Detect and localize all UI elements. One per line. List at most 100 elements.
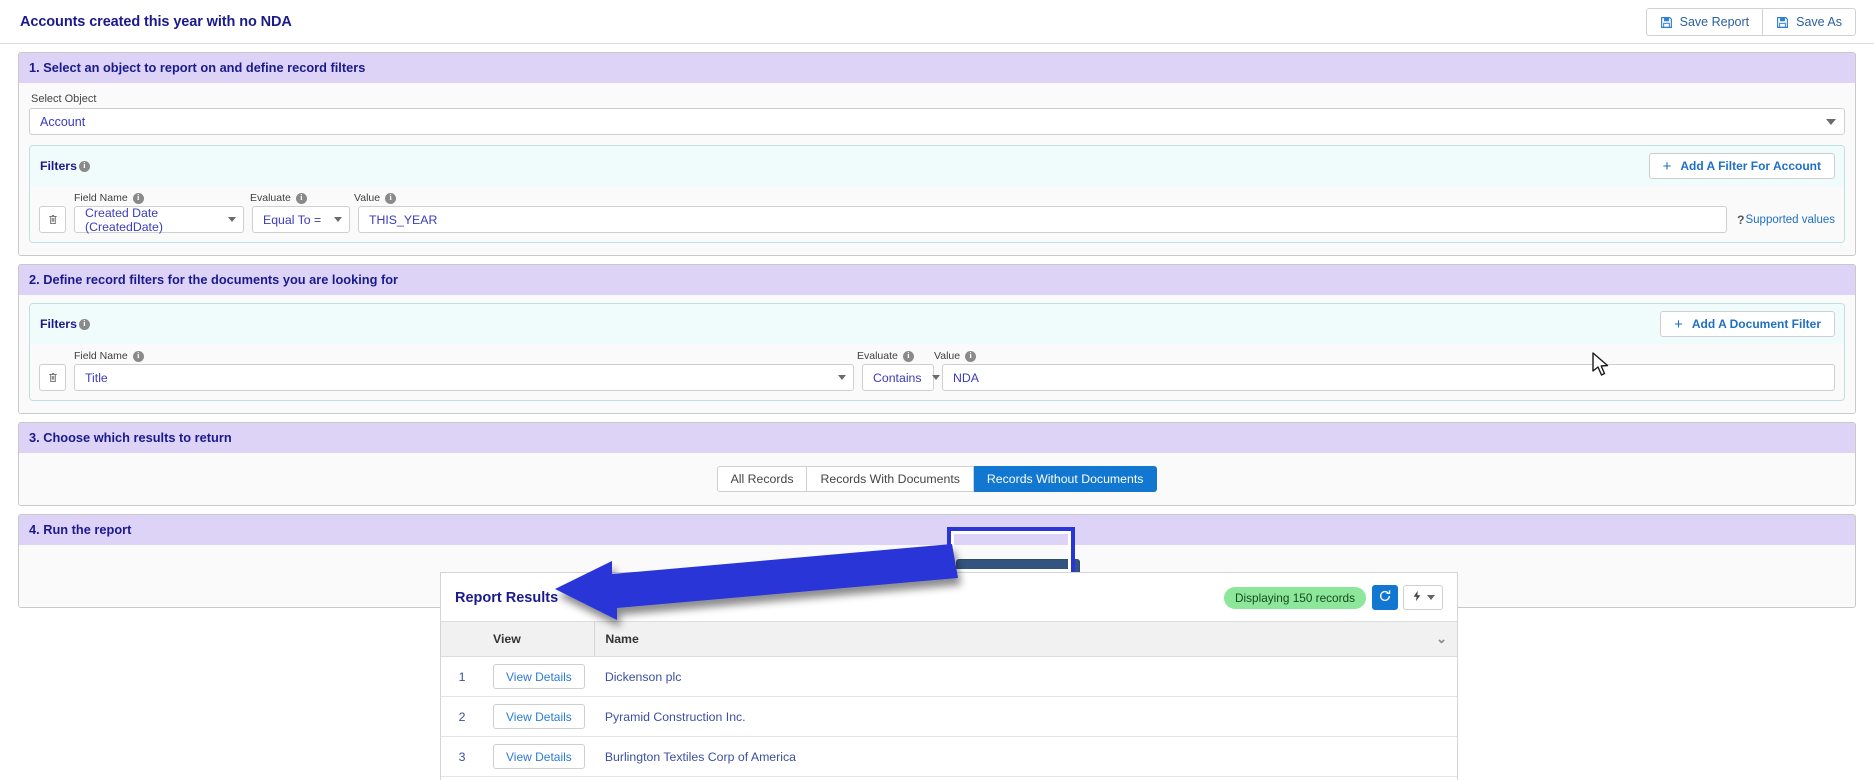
supported-values-label: Supported values bbox=[1745, 213, 1835, 226]
row-number: 2 bbox=[441, 696, 483, 737]
filters-label: Filters bbox=[40, 317, 77, 331]
section-1-heading: 1. Select an object to report on and def… bbox=[19, 53, 1855, 83]
section-3-body: All Records Records With Documents Recor… bbox=[19, 453, 1855, 505]
account-filters-panel: Filters i + Add A Filter For Account Fie… bbox=[29, 145, 1845, 243]
info-icon[interactable]: i bbox=[965, 350, 977, 362]
filter-value-input[interactable]: THIS_YEAR bbox=[358, 206, 1728, 233]
add-document-filter-button[interactable]: + Add A Document Filter bbox=[1660, 311, 1835, 337]
document-filters-header: Filters i + Add A Document Filter bbox=[30, 304, 1844, 344]
filters-title: Filters i bbox=[40, 317, 90, 331]
info-icon[interactable]: i bbox=[295, 192, 307, 204]
report-results-table: View Name ⌄ 1 View Details Dickenson plc… bbox=[441, 621, 1457, 780]
top-bar-actions: Save Report Save As bbox=[1645, 8, 1856, 36]
row-name[interactable]: Burlington Textiles Corp of America bbox=[594, 736, 1457, 777]
col-label-evaluate: Evaluate i bbox=[250, 192, 354, 204]
row-name[interactable]: Dickenson plc bbox=[594, 656, 1457, 697]
chevron-down-icon bbox=[931, 375, 940, 380]
report-results-tbody: 1 View Details Dickenson plc 2 View Deta… bbox=[441, 656, 1457, 780]
report-results-header: Report Results Displaying 150 records bbox=[441, 573, 1457, 621]
document-filter-row: Title Contains NDA bbox=[39, 364, 1835, 391]
section-1-body: Select Object Account Filters i + Add A … bbox=[19, 83, 1855, 255]
col-label-value: Value i bbox=[934, 350, 977, 362]
save-report-button[interactable]: Save Report bbox=[1645, 8, 1763, 36]
row-view-cell: View Details bbox=[483, 656, 595, 697]
row-number: 1 bbox=[441, 656, 483, 697]
info-icon[interactable]: i bbox=[78, 318, 90, 330]
view-details-button[interactable]: View Details bbox=[493, 744, 585, 769]
field-name-text: Field Name bbox=[74, 350, 128, 362]
select-object-dropdown[interactable]: Account bbox=[29, 108, 1845, 135]
add-filter-for-account-button[interactable]: + Add A Filter For Account bbox=[1648, 153, 1835, 179]
toggle-all-records[interactable]: All Records bbox=[716, 466, 808, 492]
info-icon[interactable]: i bbox=[132, 192, 144, 204]
results-toggle-row: All Records Records With Documents Recor… bbox=[29, 462, 1845, 495]
report-builder-page: Accounts created this year with no NDA S… bbox=[0, 0, 1874, 780]
account-filter-column-labels: Field Name i Evaluate i Value i bbox=[39, 192, 1835, 204]
table-row: 4 View Details Edge Communications bbox=[441, 776, 1457, 780]
add-document-filter-label: Add A Document Filter bbox=[1691, 317, 1821, 331]
info-icon[interactable]: i bbox=[902, 350, 914, 362]
account-filter-row: Created Date (CreatedDate) Equal To = TH… bbox=[39, 205, 1835, 234]
chevron-down-icon bbox=[838, 375, 846, 380]
record-count-badge: Displaying 150 records bbox=[1224, 586, 1366, 609]
value-text: Value bbox=[354, 192, 381, 204]
document-filter-rows: Field Name i Evaluate i Value i Title Co… bbox=[30, 344, 1844, 400]
row-name[interactable]: Pyramid Construction Inc. bbox=[594, 696, 1457, 737]
account-filters-header: Filters i + Add A Filter For Account bbox=[30, 146, 1844, 186]
chevron-down-icon[interactable]: ⌄ bbox=[1436, 631, 1447, 647]
row-number: 4 bbox=[441, 776, 483, 780]
plus-icon: + bbox=[1662, 157, 1672, 175]
info-icon[interactable]: i bbox=[132, 350, 144, 362]
table-row: 2 View Details Pyramid Construction Inc. bbox=[441, 696, 1457, 737]
filter-evaluate-value: Equal To = bbox=[263, 212, 322, 227]
supported-values-link[interactable]: ? Supported values bbox=[1735, 213, 1835, 227]
results-toggle-group: All Records Records With Documents Recor… bbox=[716, 466, 1158, 492]
plus-icon: + bbox=[1674, 315, 1683, 333]
document-field-name-select[interactable]: Title bbox=[74, 364, 854, 391]
lightning-icon bbox=[1411, 590, 1423, 605]
view-details-button[interactable]: View Details bbox=[493, 664, 585, 689]
col-name-label: Name bbox=[605, 632, 639, 646]
section-4-heading: 4. Run the report bbox=[19, 515, 1855, 545]
save-report-label: Save Report bbox=[1679, 15, 1750, 29]
document-evaluate-select[interactable]: Contains bbox=[862, 364, 940, 391]
row-name[interactable]: Edge Communications bbox=[594, 776, 1457, 780]
section-choose-results: 3. Choose which results to return All Re… bbox=[18, 422, 1856, 506]
top-bar: Accounts created this year with no NDA S… bbox=[0, 0, 1874, 44]
info-icon[interactable]: i bbox=[385, 192, 397, 204]
filter-field-name-select[interactable]: Created Date (CreatedDate) bbox=[74, 205, 244, 234]
actions-menu-button[interactable] bbox=[1403, 585, 1443, 610]
view-details-button[interactable]: View Details bbox=[493, 704, 585, 729]
refresh-icon bbox=[1378, 589, 1392, 606]
document-field-name-value: Title bbox=[85, 370, 108, 385]
table-row: 3 View Details Burlington Textiles Corp … bbox=[441, 736, 1457, 777]
col-label-evaluate: Evaluate i bbox=[857, 350, 934, 362]
report-results-panel: Report Results Displaying 150 records Vi… bbox=[440, 572, 1458, 780]
toggle-records-without-documents[interactable]: Records Without Documents bbox=[973, 466, 1158, 492]
filter-evaluate-select[interactable]: Equal To = bbox=[252, 206, 350, 233]
table-row: 1 View Details Dickenson plc bbox=[441, 656, 1457, 697]
trash-icon bbox=[48, 372, 57, 383]
select-object-wrap: Account bbox=[29, 108, 1845, 135]
col-view: View bbox=[483, 621, 595, 657]
evaluate-text: Evaluate bbox=[857, 350, 898, 362]
document-value-input[interactable]: NDA bbox=[942, 364, 1835, 391]
save-as-button[interactable]: Save As bbox=[1762, 8, 1856, 36]
delete-document-filter-button[interactable] bbox=[39, 364, 66, 391]
info-icon[interactable]: i bbox=[78, 160, 90, 172]
col-label-value: Value i bbox=[354, 192, 397, 204]
save-as-label: Save As bbox=[1796, 15, 1842, 29]
filters-label: Filters bbox=[40, 159, 77, 173]
chevron-down-icon bbox=[228, 217, 236, 222]
save-icon bbox=[1660, 16, 1673, 29]
document-filters-panel: Filters i + Add A Document Filter Field … bbox=[29, 303, 1845, 401]
section-document-filters: 2. Define record filters for the documen… bbox=[18, 264, 1856, 414]
refresh-button[interactable] bbox=[1372, 585, 1398, 610]
col-row-number bbox=[441, 621, 483, 657]
table-header-row: View Name ⌄ bbox=[441, 621, 1457, 657]
delete-filter-button[interactable] bbox=[39, 206, 66, 233]
toggle-records-with-documents[interactable]: Records With Documents bbox=[807, 466, 974, 492]
filter-field-name-value: Created Date (CreatedDate) bbox=[85, 205, 163, 234]
trash-icon bbox=[48, 214, 57, 225]
filters-title: Filters i bbox=[40, 159, 90, 173]
